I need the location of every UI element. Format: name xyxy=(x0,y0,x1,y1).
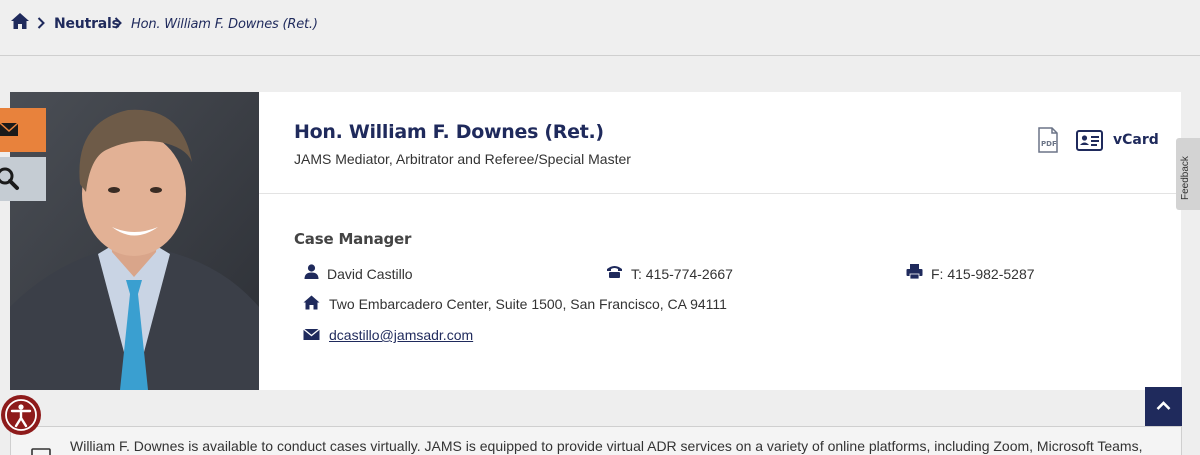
virtual-notice: William F. Downes is available to conduc… xyxy=(10,426,1182,455)
side-tab-search[interactable] xyxy=(0,157,46,201)
fax-icon xyxy=(906,264,923,279)
side-tab-contact[interactable] xyxy=(0,108,46,152)
case-manager-heading: Case Manager xyxy=(294,230,412,248)
envelope-icon xyxy=(303,328,320,340)
neutral-name: Hon. William F. Downes (Ret.) xyxy=(294,121,604,143)
person-icon xyxy=(304,264,319,279)
case-manager-fax: F: 415-982-5287 xyxy=(931,266,1035,282)
pdf-icon[interactable]: PDF xyxy=(1037,127,1059,153)
breadcrumb-link-neutrals[interactable]: Neutrals xyxy=(54,16,120,32)
chevron-up-icon xyxy=(1156,401,1171,410)
svg-text:PDF: PDF xyxy=(1041,140,1057,148)
case-manager-phone[interactable]: T: 415-774-2667 xyxy=(631,266,733,282)
mail-icon xyxy=(0,122,19,136)
accessibility-button[interactable] xyxy=(1,395,41,435)
virtual-notice-text: William F. Downes is available to conduc… xyxy=(70,438,1143,454)
feedback-label[interactable]: Feedback xyxy=(1180,156,1191,200)
case-manager-email[interactable]: dcastillo@jamsadr.com xyxy=(329,327,473,343)
vcard-icon[interactable] xyxy=(1076,130,1103,151)
chevron-right-icon xyxy=(114,17,122,29)
phone-icon xyxy=(607,266,622,278)
home-icon[interactable] xyxy=(10,12,30,30)
search-icon xyxy=(0,167,19,190)
monitor-icon xyxy=(31,448,51,455)
chevron-right-icon xyxy=(37,17,45,29)
portrait-photo xyxy=(10,92,259,390)
case-manager-name: David Castillo xyxy=(327,266,413,282)
breadcrumb: Neutrals Hon. William F. Downes (Ret.) xyxy=(0,0,1200,56)
breadcrumb-current: Hon. William F. Downes (Ret.) xyxy=(131,17,318,32)
home-icon xyxy=(303,295,320,310)
neutral-title: JAMS Mediator, Arbitrator and Referee/Sp… xyxy=(294,151,631,167)
back-to-top-button[interactable] xyxy=(1145,387,1182,426)
vcard-link[interactable]: vCard xyxy=(1113,132,1159,148)
accessibility-icon xyxy=(5,399,37,431)
divider xyxy=(259,193,1181,194)
profile-card: Hon. William F. Downes (Ret.) JAMS Media… xyxy=(259,92,1181,390)
case-manager-address: Two Embarcadero Center, Suite 1500, San … xyxy=(329,296,727,312)
